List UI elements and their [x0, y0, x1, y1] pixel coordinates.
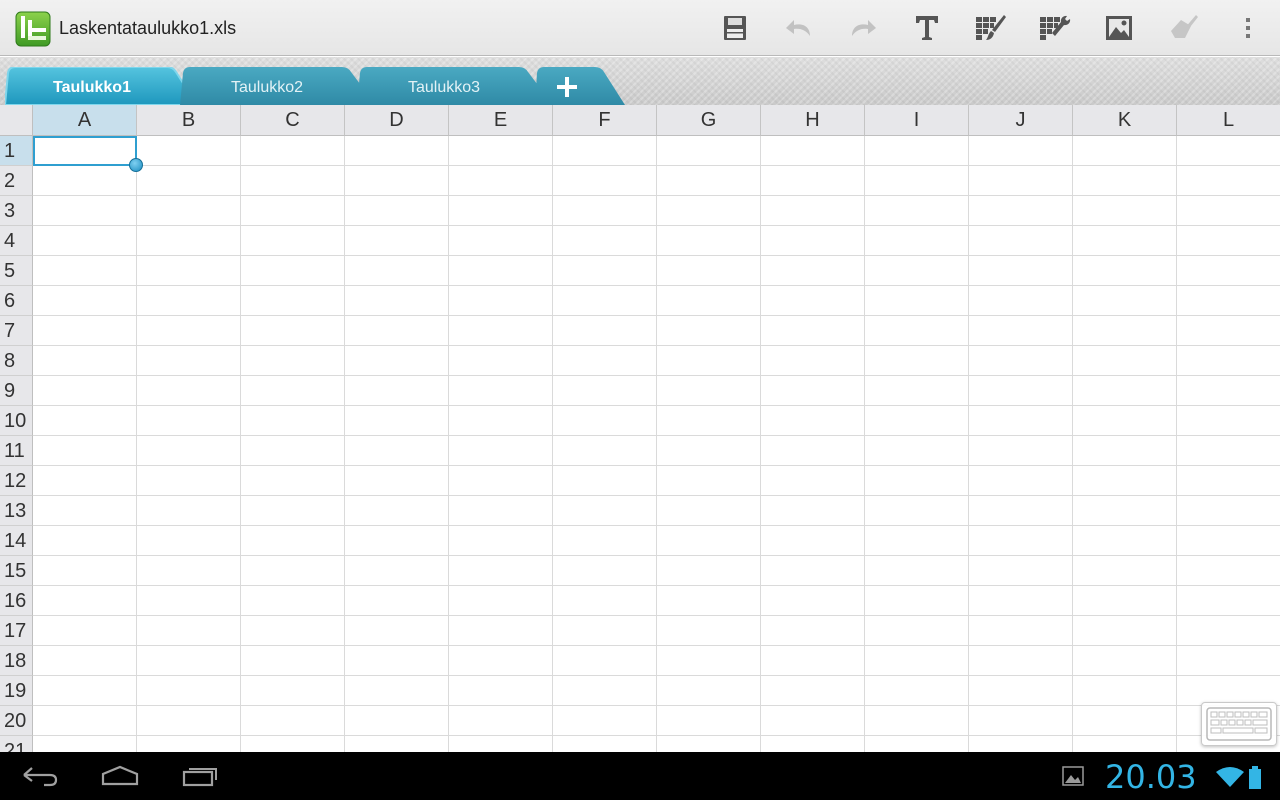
row-header-2[interactable]: 2: [0, 166, 33, 196]
select-all-corner[interactable]: [0, 105, 33, 136]
text-format-icon: [916, 16, 938, 40]
undo-icon: [786, 20, 810, 36]
row-header-6[interactable]: 6: [0, 286, 33, 316]
column-header-l[interactable]: L: [1177, 105, 1280, 136]
column-header-a[interactable]: A: [33, 105, 137, 136]
save-button[interactable]: [713, 8, 757, 48]
gallery-icon: [1062, 766, 1084, 786]
row-header-10[interactable]: 10: [0, 406, 33, 436]
status-clock: 20.03: [1105, 758, 1197, 796]
overflow-menu-icon: [1246, 18, 1250, 38]
cell-area[interactable]: [33, 136, 1280, 752]
column-header-b[interactable]: B: [137, 105, 241, 136]
tab-label: Taulukko1: [53, 79, 131, 96]
sheet-tools-button[interactable]: [1033, 8, 1077, 48]
row-header-14[interactable]: 14: [0, 526, 33, 556]
wifi-status: [1216, 766, 1244, 788]
sheet-tab-strip: Taulukko1 Taulukko2 Taulukko3: [0, 57, 1280, 105]
column-header-e[interactable]: E: [449, 105, 553, 136]
text-format-button[interactable]: [905, 8, 949, 48]
recent-apps-icon: [182, 768, 217, 787]
column-header-j[interactable]: J: [969, 105, 1073, 136]
home-button[interactable]: [88, 760, 152, 792]
row-header-5[interactable]: 5: [0, 256, 33, 286]
system-navigation-bar: 20.03: [0, 752, 1280, 800]
row-header-18[interactable]: 18: [0, 646, 33, 676]
clear-format-icon: [1171, 15, 1198, 38]
row-header-12[interactable]: 12: [0, 466, 33, 496]
row-header-9[interactable]: 9: [0, 376, 33, 406]
row-header-20[interactable]: 20: [0, 706, 33, 736]
clear-format-button[interactable]: [1161, 8, 1205, 48]
row-header-11[interactable]: 11: [0, 436, 33, 466]
selected-cell-a1[interactable]: [33, 136, 137, 166]
row-header-7[interactable]: 7: [0, 316, 33, 346]
gallery-notification[interactable]: [1062, 766, 1084, 786]
row-header-3[interactable]: 3: [0, 196, 33, 226]
keyboard-icon: [1206, 707, 1272, 741]
keyboard-toggle-button[interactable]: [1201, 702, 1277, 746]
row-header-17[interactable]: 17: [0, 616, 33, 646]
row-header-15[interactable]: 15: [0, 556, 33, 586]
row-header-8[interactable]: 8: [0, 346, 33, 376]
battery-icon: [1249, 766, 1261, 789]
document-title: Laskentataulukko1.xls: [59, 18, 237, 38]
cell-format-button[interactable]: [969, 8, 1013, 48]
column-header-g[interactable]: G: [657, 105, 761, 136]
tab-taulukko3[interactable]: Taulukko3: [357, 67, 553, 105]
redo-button[interactable]: [841, 8, 885, 48]
tab-label: Taulukko3: [407, 79, 481, 96]
row-headers: 1 2 3 4 5 6 7 8 9 10 11 12 13 14 15 16 17 18 19 20 21: [0, 136, 33, 752]
column-header-k[interactable]: K: [1073, 105, 1177, 136]
wifi-icon: [1216, 767, 1244, 787]
row-header-1[interactable]: 1: [0, 136, 33, 166]
back-icon: [23, 767, 58, 787]
save-icon: [724, 16, 746, 40]
sheet-tools-icon: [1040, 15, 1071, 40]
column-header-i[interactable]: I: [865, 105, 969, 136]
tab-label: Taulukko2: [230, 79, 304, 96]
row-header-21[interactable]: 21: [0, 736, 33, 752]
tab-taulukko2[interactable]: Taulukko2: [180, 67, 376, 105]
row-header-16[interactable]: 16: [0, 586, 33, 616]
row-header-4[interactable]: 4: [0, 226, 33, 256]
column-headers: ABCDEFGHIJKL: [33, 105, 1280, 136]
spreadsheet-grid[interactable]: ABCDEFGHIJKL 1 2 3 4 5 6 7 8 9 10 11 12 13 14 15 16 17 18…: [0, 105, 1280, 752]
redo-icon: [852, 20, 876, 36]
home-icon: [101, 765, 139, 786]
overflow-menu-button[interactable]: [1226, 8, 1270, 48]
battery-status: [1248, 766, 1262, 790]
column-header-c[interactable]: C: [241, 105, 345, 136]
tab-taulukko1[interactable]: Taulukko1: [5, 67, 197, 105]
back-button[interactable]: [8, 760, 72, 792]
column-header-d[interactable]: D: [345, 105, 449, 136]
row-header-19[interactable]: 19: [0, 676, 33, 706]
selection-handle[interactable]: [129, 158, 143, 172]
recent-apps-button[interactable]: [168, 760, 232, 792]
cell-format-icon: [976, 15, 1006, 40]
column-header-h[interactable]: H: [761, 105, 865, 136]
action-bar: Laskentataulukko1.xls: [0, 0, 1280, 56]
add-sheet-button[interactable]: [535, 67, 625, 105]
column-header-f[interactable]: F: [553, 105, 657, 136]
insert-image-icon: [1106, 16, 1132, 40]
row-header-13[interactable]: 13: [0, 496, 33, 526]
insert-image-button[interactable]: [1097, 8, 1141, 48]
undo-button[interactable]: [777, 8, 821, 48]
spreadsheet-app-icon[interactable]: [15, 11, 51, 47]
